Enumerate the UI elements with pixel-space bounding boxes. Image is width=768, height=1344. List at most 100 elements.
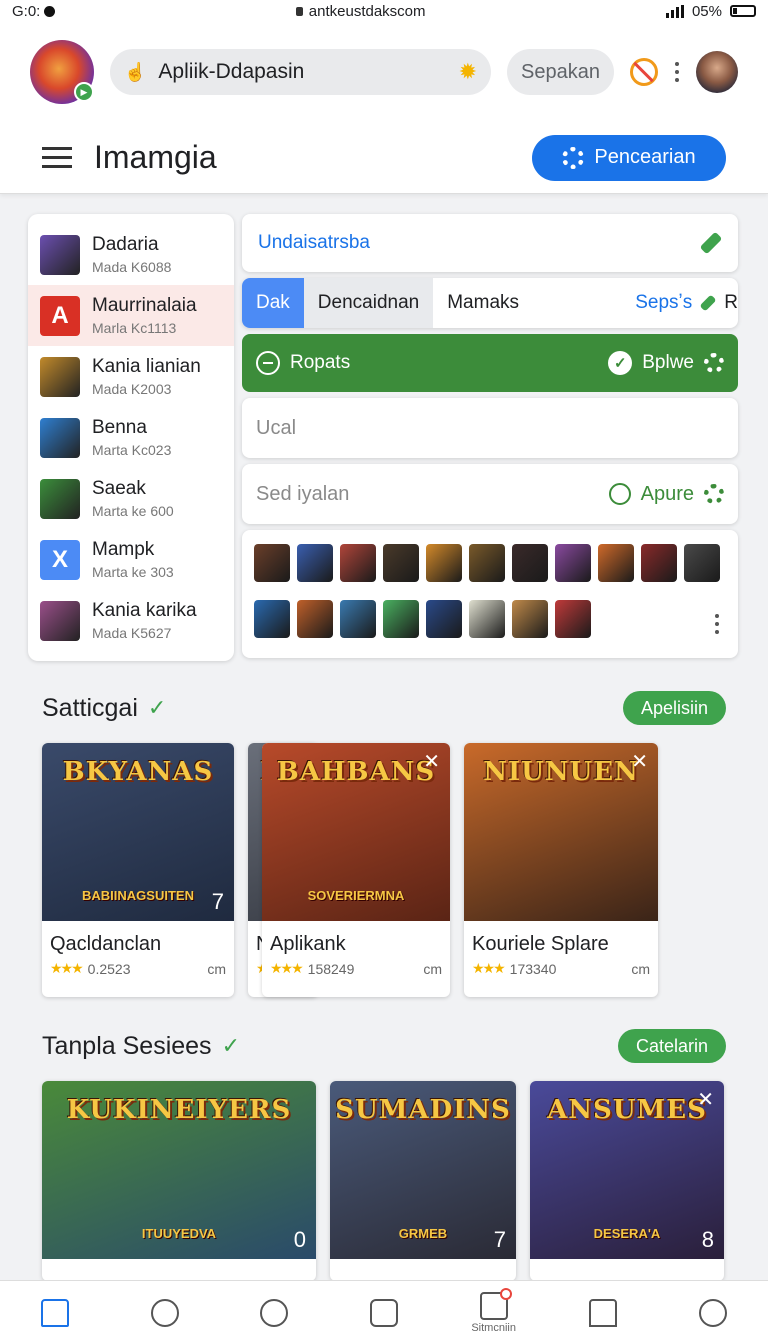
sepakan-button[interactable]: Sepakan	[507, 49, 614, 95]
tab-link-r[interactable]: R	[724, 292, 738, 314]
check-icon: ✓	[221, 1033, 240, 1058]
game-card[interactable]: NIUNUEN ✕ Kouriele Splare ★★★ 173340 cm	[464, 743, 658, 997]
link-text[interactable]: Undaisatrsba	[258, 232, 370, 254]
home-icon	[40, 1298, 69, 1327]
nav-bookmark[interactable]	[573, 1298, 633, 1327]
sidebar-item-sub: Marla Kc1113	[92, 320, 177, 336]
page-title: Imamgia	[94, 139, 217, 175]
app-icon: A	[40, 295, 80, 336]
game-icon[interactable]	[383, 544, 419, 582]
game-icon[interactable]	[469, 600, 505, 638]
game-card[interactable]: KUKINEIYERS ITUUYEDVA 0	[42, 1081, 316, 1281]
close-icon[interactable]: ✕	[697, 1087, 714, 1112]
tab-mamaks[interactable]: Mamaks	[433, 278, 533, 328]
game-row: KUKINEIYERS ITUUYEDVA 0 SUMADINS GRMEB 7 ANS…	[0, 1081, 768, 1281]
edit-icon[interactable]	[699, 294, 717, 312]
game-icon[interactable]	[684, 544, 720, 582]
game-icon[interactable]	[598, 544, 634, 582]
sun-icon[interactable]: ✹	[459, 59, 477, 85]
game-logo: SUMADINS	[335, 1095, 511, 1125]
game-icon[interactable]	[297, 600, 333, 638]
app-avatar[interactable]: ▶	[30, 40, 94, 104]
menu-icon[interactable]	[42, 147, 72, 168]
game-subtitle: BABIINAGSUITEN	[82, 888, 194, 903]
section-action-chip[interactable]: Apelisiin	[622, 691, 726, 725]
nav-profile[interactable]	[135, 1298, 195, 1327]
nav-calendar[interactable]: Sitmcniin	[464, 1287, 524, 1334]
game-icon[interactable]	[254, 600, 290, 638]
sidebar-item[interactable]: Saeak Marta ke 600	[28, 468, 234, 529]
game-unit: cm	[423, 960, 442, 977]
game-icon[interactable]	[555, 600, 591, 638]
game-icon[interactable]	[426, 544, 462, 582]
game-icon[interactable]	[641, 544, 677, 582]
status-url: antkeustdakscom	[308, 2, 426, 20]
user-avatar[interactable]	[696, 51, 738, 93]
omnibox[interactable]: ☝ Apliik-Ddapasin ✹	[110, 49, 492, 95]
game-card[interactable]: SUMADINS GRMEB 7	[330, 1081, 516, 1281]
nav-search[interactable]	[244, 1298, 304, 1327]
game-subtitle: SOVERIERMNA	[307, 888, 405, 903]
sed-placeholder: Sed iyalan	[256, 482, 350, 505]
nav-account[interactable]	[683, 1298, 743, 1327]
apure-button[interactable]: Apure	[641, 483, 694, 506]
sidebar-item[interactable]: Dadaria Mada K6088	[28, 224, 234, 285]
search-button[interactable]: Pencearian	[532, 134, 726, 181]
game-count: 7	[493, 1227, 506, 1252]
sed-input[interactable]: Sed iyalan Apure	[242, 464, 738, 524]
section-action-chip[interactable]: Catelarin	[617, 1029, 726, 1063]
game-art: BAHBANS SOVERIERMNA ✕	[262, 743, 450, 921]
game-icon[interactable]	[383, 600, 419, 638]
game-card[interactable]: ANSUMES DESERA'A 8 ✕	[530, 1081, 724, 1281]
link-card[interactable]: Undaisatrsba	[242, 214, 738, 272]
game-art: NIUNUEN ✕	[464, 743, 658, 921]
game-icon[interactable]	[512, 600, 548, 638]
game-icon[interactable]	[555, 544, 591, 582]
game-card[interactable]: BAHBANS SOVERIERMNA ✕ Aplikank ★★★ 158249 cm	[262, 743, 450, 997]
close-icon[interactable]: ✕	[631, 749, 648, 774]
sidebar-item[interactable]: Kania karika Mada K5627	[28, 590, 234, 651]
game-art: SUMADINS GRMEB 7	[330, 1081, 516, 1259]
game-icon[interactable]	[340, 600, 376, 638]
game-icon-grid	[242, 530, 738, 658]
sidebar-item[interactable]: X Mampk Marta ke 303	[28, 529, 234, 590]
person-icon	[699, 1298, 728, 1327]
tab-bar: Dak Dencaidnan Mamaks Sepsʼs R	[242, 278, 738, 328]
sidebar-item[interactable]: Kania lianian Mada K2003	[28, 346, 234, 407]
block-icon[interactable]	[630, 58, 658, 86]
rating-stars-icon: ★★★	[472, 960, 506, 976]
check-icon: ✓	[608, 351, 633, 375]
game-count: 0	[293, 1227, 306, 1252]
edit-icon[interactable]	[699, 231, 723, 255]
nav-record[interactable]	[354, 1298, 414, 1327]
more-icon[interactable]	[714, 614, 720, 634]
more-options-icon[interactable]	[674, 62, 680, 82]
game-icon[interactable]	[254, 544, 290, 582]
sidebar-item[interactable]: Benna Marta Kc023	[28, 407, 234, 468]
game-logo: BKYANAS	[62, 757, 214, 787]
game-icon[interactable]	[469, 544, 505, 582]
close-icon[interactable]: ✕	[423, 749, 440, 774]
game-card[interactable]: BKYANAS BABIINAGSUITEN 7 Qacldanclan ★★★ 0.2…	[42, 743, 234, 997]
rating-stars-icon: ★★★	[270, 960, 304, 976]
app-icon	[40, 417, 80, 458]
nav-home[interactable]	[25, 1298, 85, 1327]
tab-link-seps[interactable]: Sepsʼs	[635, 292, 692, 314]
app-icon	[40, 600, 80, 641]
game-icon[interactable]	[340, 544, 376, 582]
bplwe-label[interactable]: Bplwe	[642, 352, 694, 374]
ropats-bar[interactable]: Ropats ✓ Bplwe	[242, 334, 738, 392]
sidebar-item[interactable]: A Maurrinalaia Marla Kc1113	[28, 285, 234, 346]
omnibox-text: Apliik-Ddapasin	[158, 60, 305, 83]
game-icon[interactable]	[297, 544, 333, 582]
tab-dencaidnan[interactable]: Dencaidnan	[303, 278, 434, 328]
minus-circle-icon	[256, 351, 280, 375]
game-meta: 0.2523	[87, 960, 131, 977]
game-icon[interactable]	[512, 544, 548, 582]
gear-icon[interactable]	[704, 353, 724, 373]
gear-icon[interactable]	[704, 484, 724, 504]
tab-dak[interactable]: Dak	[242, 278, 304, 328]
game-count: 7	[211, 889, 224, 914]
ucal-input[interactable]: Ucal	[242, 398, 738, 458]
game-icon[interactable]	[426, 600, 462, 638]
